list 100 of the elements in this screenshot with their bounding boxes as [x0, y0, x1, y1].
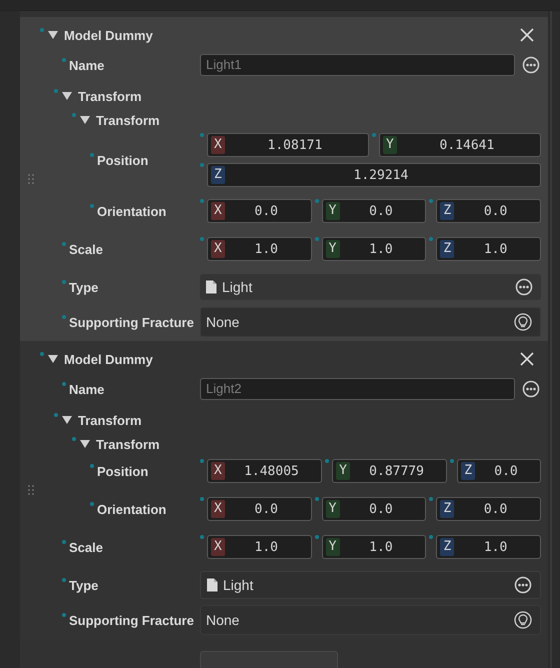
type-field[interactable]: Light: [200, 571, 541, 599]
number-value: 0.0: [368, 502, 394, 516]
indicator-dot: [325, 459, 330, 463]
number-field[interactable]: Z 0.0: [436, 199, 542, 223]
number-field[interactable]: Y 1.0: [322, 237, 426, 261]
axis-label: Y: [326, 500, 340, 518]
indicator-dot: [62, 612, 66, 616]
number-value: 0.0: [254, 204, 279, 218]
indicator-dot: [90, 152, 94, 156]
type-value: Light: [222, 279, 254, 295]
number-value: 1.0: [368, 540, 394, 554]
indicator-dot: [54, 412, 58, 416]
number-field[interactable]: X 1.08171: [207, 133, 369, 157]
indicator-dot: [62, 58, 66, 62]
axis-label: Z: [440, 500, 454, 518]
number-value: 0.14641: [438, 138, 496, 152]
indicator-dot: [40, 352, 44, 356]
indicator-dot: [200, 199, 204, 203]
axis-label: X: [211, 538, 225, 556]
indicator-dot: [429, 535, 434, 539]
indicator-dot: [429, 237, 434, 241]
axis-label: X: [211, 240, 225, 258]
indicator-dot: [314, 199, 319, 203]
axis-label: Z: [461, 462, 476, 480]
field-label: Position: [97, 464, 148, 478]
number-field[interactable]: Y 1.0: [322, 535, 426, 559]
indicator-dot: [62, 314, 66, 318]
indicator-dot: [200, 133, 204, 137]
caret-icon[interactable]: [47, 353, 59, 365]
number-field[interactable]: Z 0.0: [457, 459, 542, 483]
caret-icon[interactable]: [47, 29, 59, 41]
number-field[interactable]: Y 0.0: [322, 497, 426, 521]
number-field[interactable]: X 0.0: [207, 199, 312, 223]
indicator-dot: [429, 199, 434, 203]
close-icon[interactable]: [520, 28, 534, 42]
indicator-dot: [40, 28, 44, 32]
caret-icon[interactable]: [61, 90, 73, 102]
number-field[interactable]: X 0.0: [207, 497, 312, 521]
number-field[interactable]: Z 0.0: [436, 497, 542, 521]
lightbulb-icon[interactable]: [514, 611, 532, 629]
field-label: Orientation: [97, 502, 166, 516]
field-label: Name: [69, 58, 104, 72]
number-field[interactable]: X 1.0: [207, 535, 312, 559]
field-label: Name: [69, 382, 104, 396]
axis-label: Y: [326, 202, 340, 220]
number-value: 1.29214: [352, 168, 410, 182]
indicator-dot: [314, 535, 319, 539]
axis-label: Y: [326, 240, 340, 258]
field-label: Orientation: [97, 204, 166, 218]
more-icon[interactable]: [522, 56, 540, 74]
name-field[interactable]: Light2: [200, 378, 515, 400]
number-field[interactable]: Z 1.29214: [207, 163, 541, 187]
number-field[interactable]: Z 1.0: [436, 237, 542, 261]
number-field[interactable]: Y 0.0: [322, 199, 426, 223]
indicator-dot: [62, 578, 66, 582]
axis-label: Y: [336, 462, 350, 480]
axis-label: X: [211, 202, 225, 220]
number-field[interactable]: Z 1.0: [436, 535, 542, 559]
document-icon: [205, 280, 217, 294]
name-field[interactable]: Light1: [200, 54, 515, 76]
type-value: Light: [223, 577, 254, 593]
indicator-dot: [200, 237, 204, 241]
indicator-dot: [62, 540, 66, 544]
field-label: Type: [69, 280, 98, 294]
close-icon[interactable]: [520, 352, 534, 366]
axis-label: Y: [383, 136, 397, 154]
more-icon[interactable]: [522, 380, 540, 398]
caret-icon[interactable]: [61, 414, 73, 426]
indicator-dot: [90, 204, 94, 208]
document-icon: [206, 578, 218, 592]
number-value: 0.0: [482, 204, 508, 218]
number-value: 0.0: [493, 464, 519, 478]
axis-label: Z: [440, 538, 454, 556]
more-icon[interactable]: [514, 576, 532, 594]
number-field[interactable]: Y 0.14641: [379, 133, 541, 157]
more-icon[interactable]: [515, 278, 533, 296]
number-field[interactable]: X 1.0: [207, 237, 312, 261]
field-label: Supporting Fracture: [69, 314, 194, 330]
axis-label: X: [211, 500, 225, 518]
number-value: 1.48005: [243, 464, 300, 478]
caret-icon[interactable]: [79, 438, 91, 450]
drag-handle-icon[interactable]: [28, 174, 34, 184]
drag-handle-icon[interactable]: [28, 485, 34, 495]
field-label: Scale: [69, 242, 103, 256]
caret-icon[interactable]: [79, 114, 91, 126]
field-label: Supporting Fracture: [69, 612, 194, 628]
number-field[interactable]: X 1.48005: [207, 459, 322, 483]
indicator-dot: [429, 497, 434, 501]
field-label: Scale: [69, 540, 103, 554]
indicator-dot: [200, 535, 204, 539]
section-title: Model Dummy: [64, 352, 153, 366]
lightbulb-icon[interactable]: [514, 313, 532, 331]
axis-label: X: [211, 462, 225, 480]
number-value: 1.08171: [266, 138, 324, 152]
fracture-field[interactable]: None: [200, 307, 541, 337]
number-field[interactable]: Y 0.87779: [332, 459, 448, 483]
fracture-field[interactable]: None: [200, 605, 541, 635]
type-field[interactable]: Light: [200, 274, 541, 300]
axis-label: Y: [326, 538, 340, 556]
number-value: 0.0: [368, 204, 394, 218]
